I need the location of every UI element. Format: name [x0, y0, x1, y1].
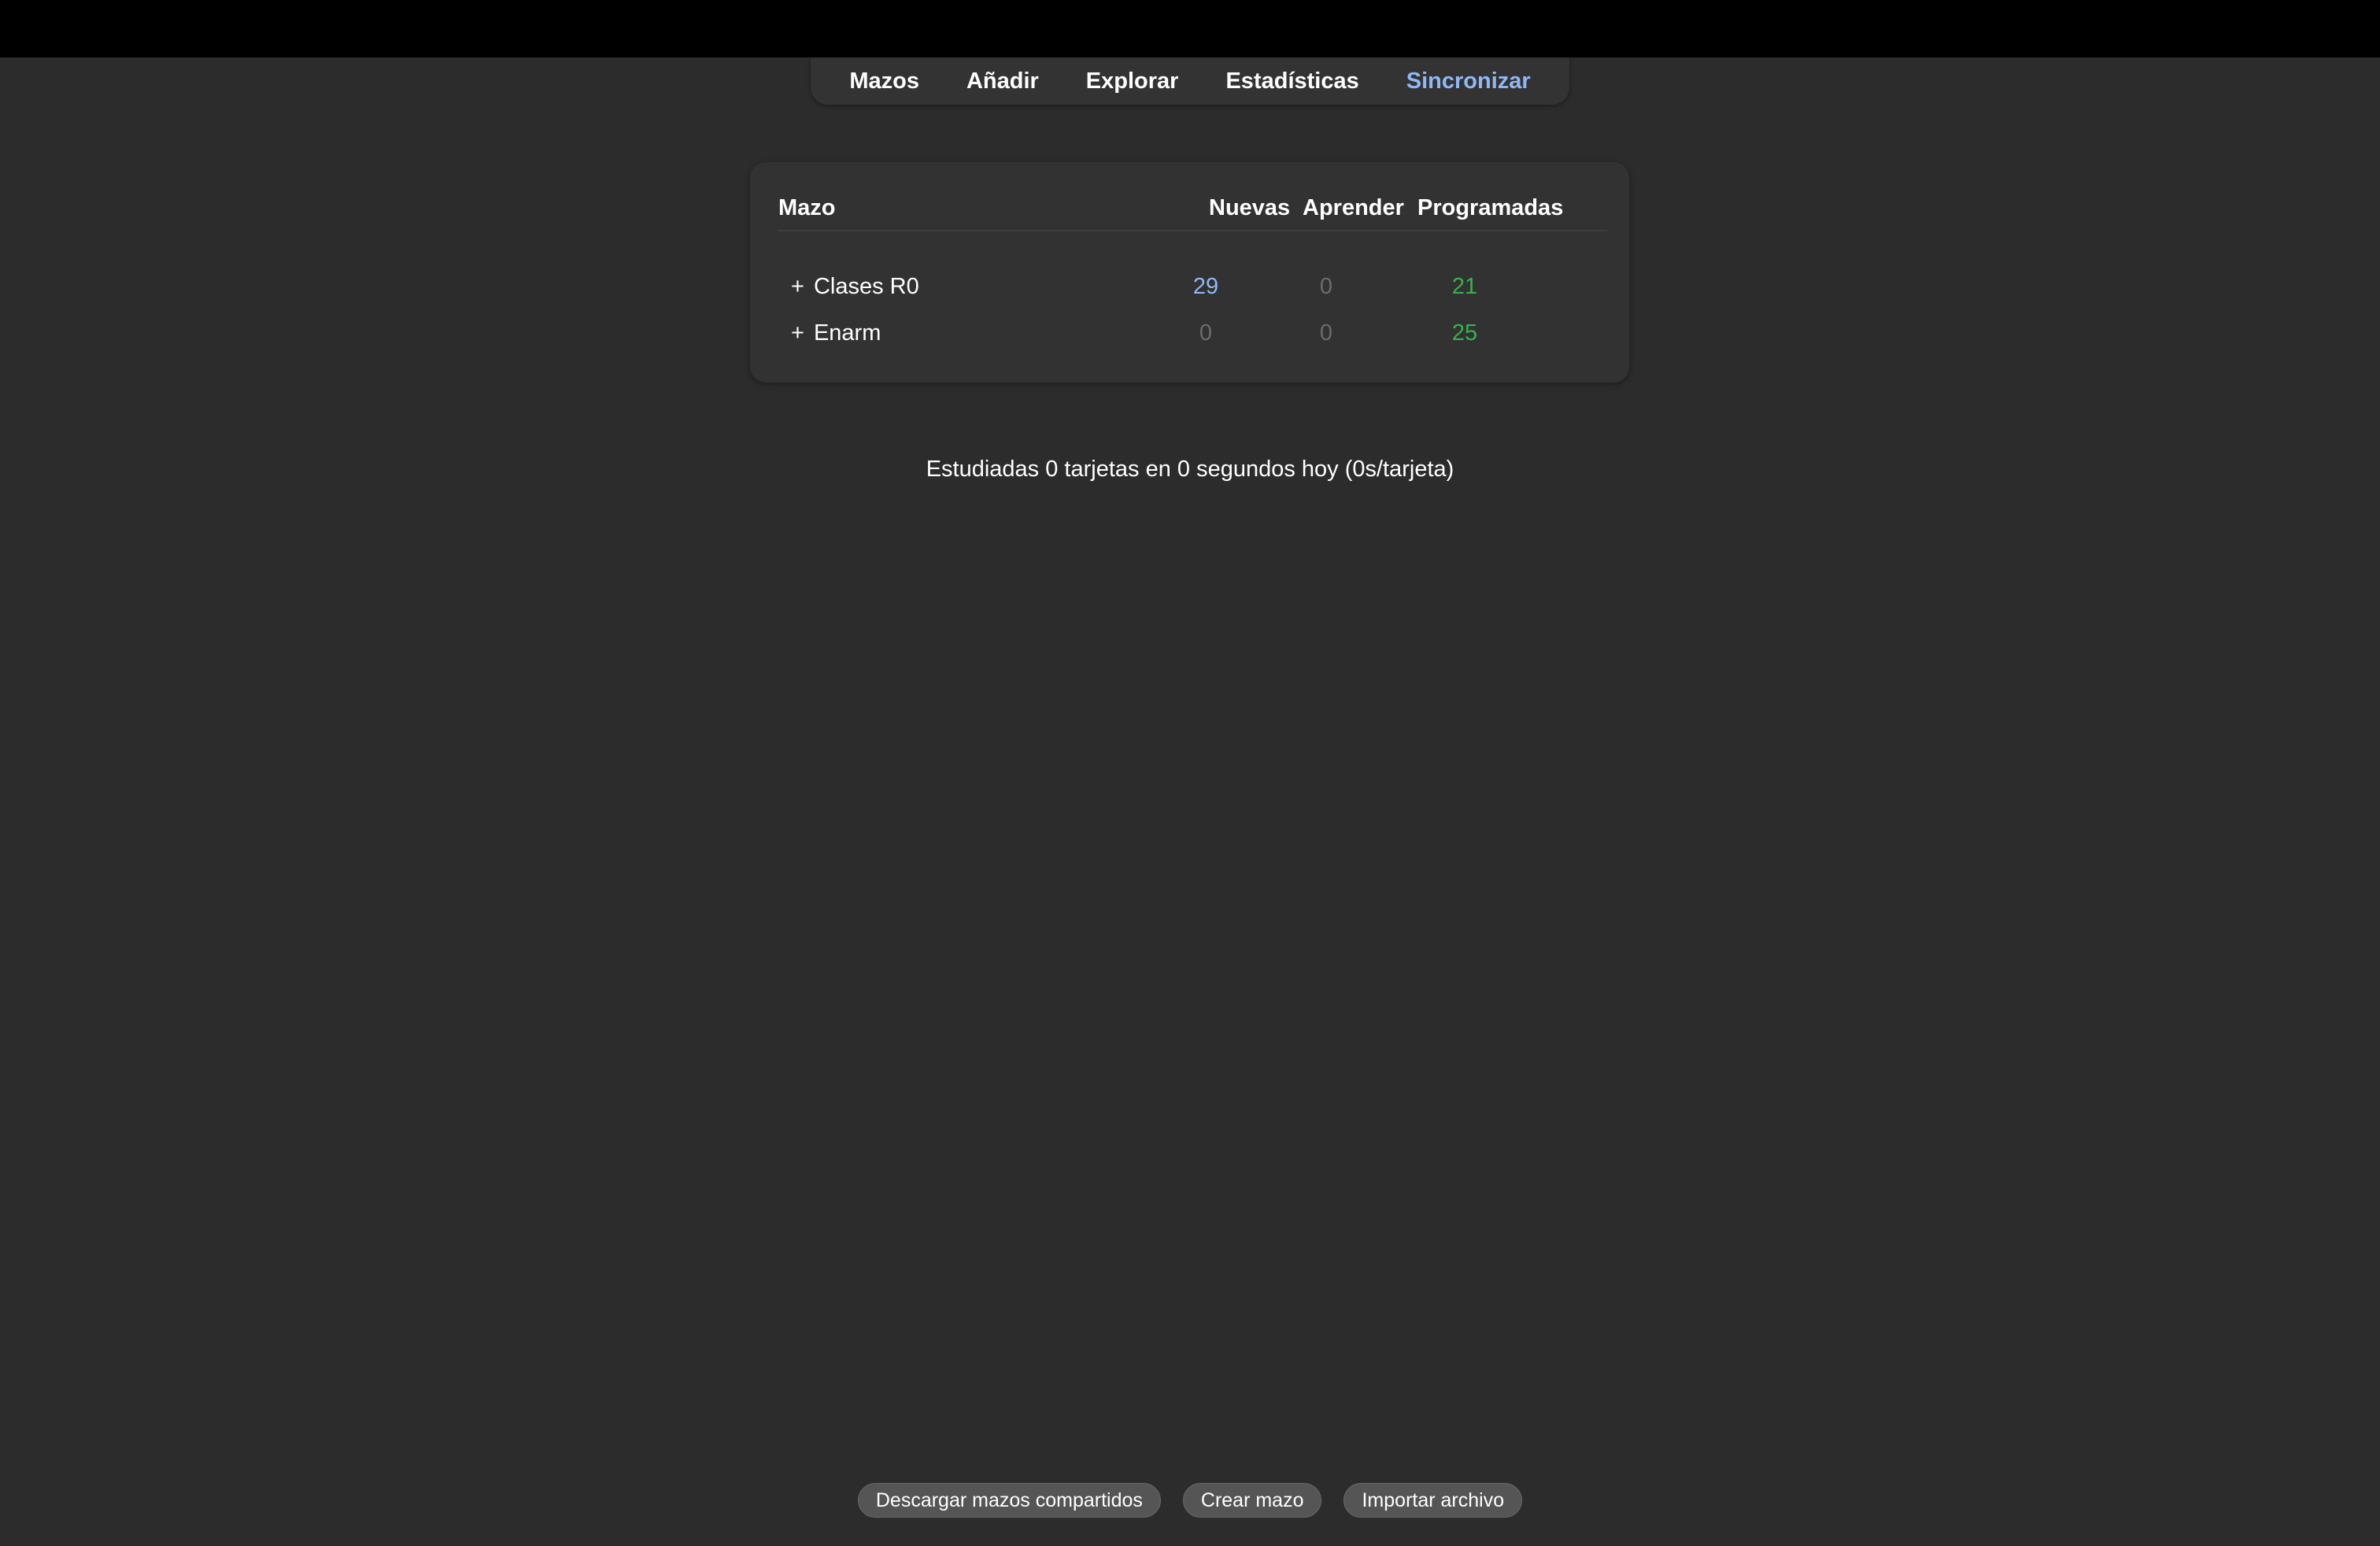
nav-sync[interactable]: Sincronizar	[1383, 68, 1554, 94]
column-header-deck: Mazo	[778, 195, 836, 220]
deck-list: Mazo Nuevas Aprender Programadas + Clases…	[750, 162, 1629, 383]
nav-stats[interactable]: Estadísticas	[1202, 68, 1382, 94]
due-count: 25	[1451, 320, 1478, 346]
studied-today-summary: Estudiadas 0 tarjetas en 0 segundos hoy …	[926, 457, 1454, 482]
deck-link-clases-r0[interactable]: + Clases R0	[791, 274, 919, 300]
import-file-button[interactable]: Importar archivo	[1343, 1483, 1523, 1518]
deck-row: + Clases R0 29 0 21	[750, 268, 1629, 307]
new-count: 0	[1199, 320, 1213, 346]
nav-browse[interactable]: Explorar	[1062, 68, 1203, 94]
bottom-action-bar: Descargar mazos compartidos Crear mazo I…	[0, 1483, 2380, 1518]
deck-name[interactable]: Clases R0	[814, 274, 919, 299]
deck-list-header: Mazo Nuevas Aprender Programadas	[778, 190, 1607, 231]
learn-count: 0	[1319, 274, 1333, 299]
top-black-bar	[0, 0, 2380, 57]
column-header-learn: Aprender	[1303, 195, 1404, 220]
expand-icon[interactable]: +	[791, 320, 804, 346]
learn-count: 0	[1319, 320, 1333, 346]
create-deck-button[interactable]: Crear mazo	[1182, 1483, 1322, 1518]
deck-name[interactable]: Enarm	[814, 320, 881, 346]
nav-decks[interactable]: Mazos	[826, 68, 943, 94]
nav-add[interactable]: Añadir	[943, 68, 1062, 94]
due-count: 21	[1451, 274, 1478, 299]
column-header-due: Programadas	[1417, 195, 1564, 220]
deck-link-enarm[interactable]: + Enarm	[791, 320, 881, 346]
deck-row: + Enarm 0 0 25	[750, 314, 1629, 353]
column-header-new: Nuevas	[1209, 195, 1291, 220]
expand-icon[interactable]: +	[791, 274, 804, 299]
top-navigation: Mazos Añadir Explorar Estadísticas Sincr…	[811, 57, 1569, 105]
get-shared-button[interactable]: Descargar mazos compartidos	[857, 1483, 1161, 1518]
new-count: 29	[1192, 274, 1219, 299]
